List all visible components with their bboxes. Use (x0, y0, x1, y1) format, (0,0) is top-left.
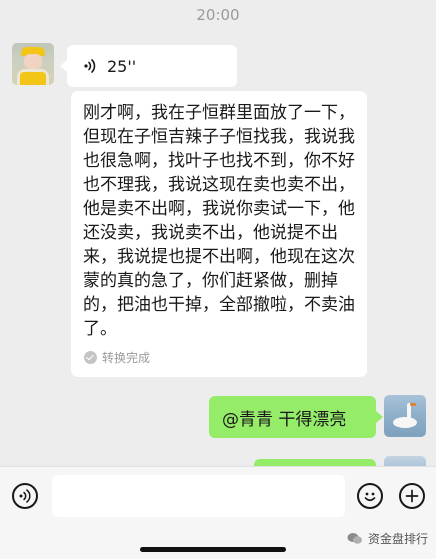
avatar-face (24, 54, 42, 69)
watermark-text: 资金盘排行 (367, 532, 428, 546)
voice-message-bubble[interactable]: 25'' (60, 45, 237, 87)
swan-body (393, 417, 417, 428)
chat-input-bar: 资金盘排行 (0, 466, 436, 559)
self-message-text: @青青 干得漂亮 (222, 409, 347, 430)
voice-transcript-bubble[interactable]: 刚才啊，我在子恒群里面放了一下，但现在子恒吉辣子子恒找我，我说我也很急啊，找叶子… (71, 91, 367, 377)
transcript-status-label: 转换完成 (102, 351, 151, 365)
voice-toggle-button[interactable] (12, 483, 38, 509)
voice-wave-icon (84, 59, 96, 73)
transcript-status: 转换完成 (84, 349, 150, 366)
check-circle-icon (84, 351, 97, 364)
transcript-text: 刚才啊，我在子恒群里面放了一下，但现在子恒吉辣子子恒找我，我说我也很急啊，找叶子… (83, 103, 355, 339)
watermark: 资金盘排行 (347, 530, 428, 547)
message-input[interactable] (52, 475, 345, 517)
plus-icon (405, 489, 419, 503)
bubble-tail (60, 60, 67, 72)
wechat-logo-icon (347, 533, 362, 544)
emoji-icon (364, 492, 376, 502)
swan-beak (410, 403, 416, 406)
emoji-button[interactable] (357, 483, 383, 509)
bubble-tail (376, 411, 383, 423)
avatar-vest (20, 72, 46, 85)
contact-avatar[interactable] (12, 43, 54, 85)
status-time: 20:00 (196, 6, 240, 24)
home-indicator[interactable] (140, 547, 286, 552)
self-avatar[interactable] (384, 395, 426, 437)
more-button[interactable] (399, 483, 425, 509)
voice-duration: 25'' (107, 56, 137, 76)
voice-wave-icon (19, 489, 31, 503)
self-message-bubble[interactable]: @青青 干得漂亮 (209, 396, 383, 438)
